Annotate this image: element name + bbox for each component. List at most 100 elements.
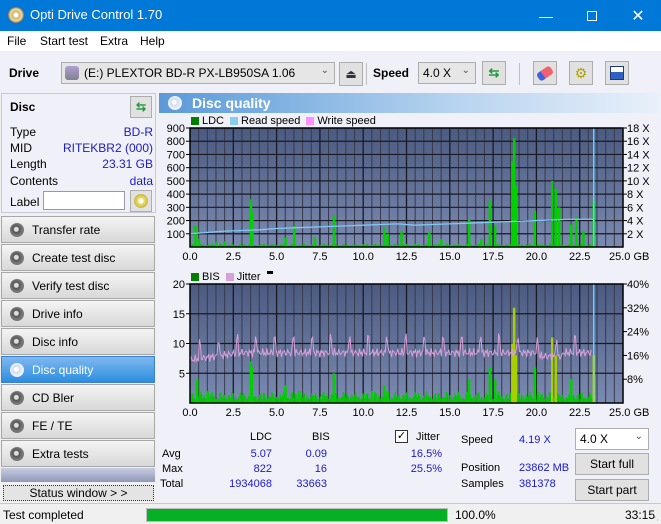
data-bar-baseline bbox=[438, 393, 440, 403]
erase-button[interactable] bbox=[533, 61, 557, 85]
drive-label: Drive bbox=[9, 66, 40, 80]
data-bar-baseline bbox=[327, 395, 329, 403]
data-bar-baseline bbox=[268, 397, 271, 403]
nav-verify-test-disc[interactable]: Verify test disc bbox=[1, 272, 155, 299]
menu-extra[interactable]: Extra bbox=[100, 34, 128, 48]
refresh-button[interactable]: ⇆ bbox=[482, 61, 506, 85]
nav-spacer bbox=[1, 468, 155, 482]
data-bar-baseline bbox=[416, 397, 418, 403]
samples-value: 381378 bbox=[519, 478, 556, 490]
bis-jitter-chart: 5 10 15 20 8% 16% 24% 32% 40% 0.0 2.5 5.0 7.5 10.0 12.… bbox=[173, 279, 650, 419]
data-bar-baseline bbox=[363, 392, 365, 403]
toolbar-separator bbox=[366, 63, 367, 85]
data-bar-baseline bbox=[581, 392, 583, 403]
menu-start-test[interactable]: Start test bbox=[40, 34, 88, 48]
test-speed-select[interactable]: 4.0 X ⌄ bbox=[575, 428, 649, 450]
data-bar-baseline bbox=[510, 392, 512, 403]
data-bar-baseline bbox=[557, 393, 559, 403]
data-bar-baseline bbox=[548, 392, 551, 403]
nav-extra-tests[interactable]: Extra tests bbox=[1, 440, 155, 467]
drive-select[interactable]: (E:) PLEXTOR BD-R PX-LB950SA 1.06 ⌄ bbox=[61, 62, 335, 84]
data-bar-spike bbox=[194, 225, 197, 247]
data-bar-baseline bbox=[330, 394, 332, 403]
nav-disc-info[interactable]: Disc info bbox=[1, 328, 155, 355]
minimize-button[interactable]: — bbox=[523, 0, 569, 31]
data-bar-baseline bbox=[546, 395, 548, 403]
data-bar-baseline bbox=[238, 396, 240, 403]
x-tick-label: 22.5 bbox=[569, 251, 590, 263]
nav-transfer-rate[interactable]: Transfer rate bbox=[1, 216, 155, 243]
y-tick-label-left: 5 bbox=[179, 368, 185, 380]
data-bar-baseline bbox=[478, 392, 480, 403]
nav-cd-bler[interactable]: CD Bler bbox=[1, 384, 155, 411]
data-bar-baseline bbox=[295, 394, 297, 403]
y-tick-label-left: 800 bbox=[167, 136, 185, 148]
x-tick-label: 5.0 bbox=[269, 407, 284, 419]
toolbar-separator bbox=[519, 63, 520, 85]
data-bar-baseline bbox=[351, 394, 353, 403]
data-bar-baseline bbox=[223, 394, 226, 403]
resize-grip-icon[interactable]: ⋱ bbox=[651, 513, 659, 522]
data-bar-baseline bbox=[522, 396, 524, 403]
data-bar-baseline bbox=[456, 395, 458, 403]
legend-marker bbox=[266, 270, 273, 274]
status-window-button[interactable]: Status window > > bbox=[3, 485, 154, 501]
close-button[interactable]: ✕ bbox=[615, 0, 661, 31]
x-tick-label: 17.5 bbox=[482, 407, 503, 419]
data-bar-baseline bbox=[397, 395, 399, 403]
x-tick-label: 20.0 bbox=[526, 407, 547, 419]
data-bar-baseline bbox=[558, 394, 560, 403]
y-tick-label-right: 16% bbox=[627, 350, 649, 362]
x-tick-label: 25.0 GB bbox=[609, 251, 649, 263]
menu-file[interactable]: File bbox=[7, 34, 26, 48]
jitter-label: Jitter bbox=[416, 431, 440, 443]
data-bar-baseline bbox=[381, 396, 383, 403]
data-bar-baseline bbox=[279, 394, 281, 403]
progress-bar bbox=[146, 508, 448, 522]
data-bar-baseline bbox=[203, 395, 205, 403]
start-full-button[interactable]: Start full bbox=[575, 453, 649, 475]
data-bar-baseline bbox=[337, 397, 340, 403]
speed-select[interactable]: 4.0 X ⌄ bbox=[418, 62, 476, 84]
data-bar-baseline bbox=[213, 396, 215, 403]
disc-row-contents: Contents data bbox=[10, 174, 153, 188]
disc-key: Contents bbox=[10, 174, 59, 188]
eject-button[interactable]: ⏏ bbox=[339, 62, 363, 86]
data-bar-baseline bbox=[323, 391, 325, 403]
disc-refresh-button[interactable]: ⇆ bbox=[130, 96, 152, 118]
data-bar-baseline bbox=[500, 396, 502, 403]
minimize-icon: — bbox=[539, 7, 553, 24]
data-bar-baseline bbox=[322, 393, 324, 403]
y-tick-label-left: 15 bbox=[173, 309, 185, 321]
nav-create-test-disc[interactable]: Create test disc bbox=[1, 244, 155, 271]
label-disc-button[interactable] bbox=[130, 190, 152, 212]
nav-drive-info[interactable]: Drive info bbox=[1, 300, 155, 327]
data-bar-baseline bbox=[443, 396, 445, 403]
nav-disc-quality[interactable]: Disc quality bbox=[1, 356, 155, 383]
y-tick-label-left: 20 bbox=[173, 279, 185, 291]
start-part-button[interactable]: Start part bbox=[575, 479, 649, 501]
label-input[interactable] bbox=[43, 191, 125, 210]
disc-quality-icon bbox=[10, 363, 24, 377]
jitter-checkbox[interactable]: ✓ bbox=[395, 430, 408, 443]
data-bar-baseline bbox=[455, 396, 457, 403]
data-bar-baseline bbox=[496, 394, 498, 403]
nav-fe-te[interactable]: FE / TE bbox=[1, 412, 155, 439]
extra-tests-icon bbox=[10, 447, 24, 461]
data-bar-baseline bbox=[278, 397, 280, 403]
settings-button[interactable]: ⚙ bbox=[569, 61, 593, 85]
disc-info-icon bbox=[10, 335, 24, 349]
menu-help[interactable]: Help bbox=[140, 34, 165, 48]
window-title: Opti Drive Control 1.70 bbox=[30, 7, 163, 22]
data-bar-baseline bbox=[325, 396, 327, 403]
maximize-icon bbox=[587, 10, 597, 21]
disc-quality-icon bbox=[168, 96, 182, 110]
x-tick-label: 25.0 GB bbox=[609, 407, 649, 419]
data-bar-baseline bbox=[335, 393, 337, 403]
maximize-button[interactable] bbox=[569, 0, 615, 31]
data-bar-baseline bbox=[414, 392, 416, 403]
data-bar-baseline bbox=[248, 395, 250, 403]
save-button[interactable] bbox=[605, 61, 629, 85]
y-tick-label-left: 100 bbox=[167, 229, 185, 241]
x-tick-label: 0.0 bbox=[182, 407, 197, 419]
